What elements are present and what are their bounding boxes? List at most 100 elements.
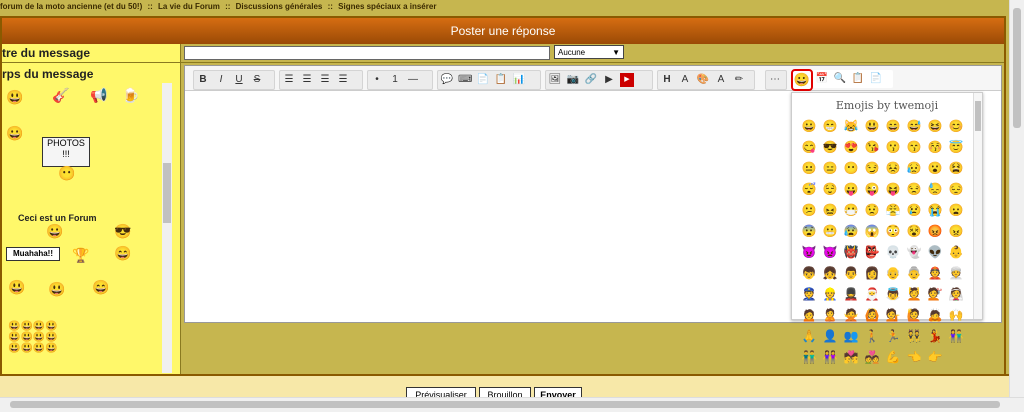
flash-icon[interactable]: ▶ xyxy=(602,73,616,87)
hide-icon[interactable]: 📋 xyxy=(494,73,508,87)
numbered-list-icon[interactable]: 1 xyxy=(388,73,402,87)
emoji-item[interactable]: 😹 xyxy=(842,117,860,135)
emoji-item[interactable]: 😘 xyxy=(863,138,881,156)
emoji-item[interactable]: 😢 xyxy=(905,201,923,219)
emoji-item[interactable]: 😜 xyxy=(863,180,881,198)
emoji-item[interactable]: 💪 xyxy=(884,348,902,366)
emoji-item[interactable]: 😙 xyxy=(905,138,923,156)
emoji-item[interactable]: 👷 xyxy=(821,285,839,303)
emoji-item[interactable]: 🙇 xyxy=(926,306,944,324)
emoji-item[interactable]: 😐 xyxy=(800,159,818,177)
smilies-scrollbar[interactable] xyxy=(162,83,172,373)
emoji-item[interactable]: 😴 xyxy=(800,180,818,198)
page-scrollbar-vertical[interactable] xyxy=(1009,0,1024,398)
emoji-item[interactable]: 🚶 xyxy=(863,327,881,345)
smiley[interactable]: 😶 xyxy=(58,165,75,182)
ceci-forum-text[interactable]: Ceci est un Forum xyxy=(18,213,97,223)
emoji-item[interactable]: 💏 xyxy=(842,348,860,366)
smiley[interactable]: 😃 xyxy=(6,89,23,106)
emoji-item[interactable]: 😇 xyxy=(947,138,965,156)
emoji-item[interactable]: 👧 xyxy=(821,264,839,282)
emoji-item[interactable]: 🙌 xyxy=(947,306,965,324)
smiley[interactable]: 😀 xyxy=(6,125,23,142)
emoji-item[interactable]: 😍 xyxy=(842,138,860,156)
underline-button[interactable]: U xyxy=(232,73,246,87)
emoji-item[interactable]: 😓 xyxy=(926,180,944,198)
emoji-item[interactable]: 💂 xyxy=(842,285,860,303)
emoji-item[interactable]: 😰 xyxy=(842,222,860,240)
icon-select[interactable]: Aucune ▼ xyxy=(554,45,624,59)
emoji-item[interactable]: 😖 xyxy=(821,201,839,219)
emoji-item[interactable]: 🎅 xyxy=(863,285,881,303)
emoji-item[interactable]: 😑 xyxy=(821,159,839,177)
emoji-item[interactable]: 😊 xyxy=(947,117,965,135)
emoji-item[interactable]: 😷 xyxy=(842,201,860,219)
bullet-list-icon[interactable]: • xyxy=(370,73,384,87)
emoji-item[interactable]: 🏃 xyxy=(884,327,902,345)
emoji-item[interactable]: 👯 xyxy=(905,327,923,345)
italic-button[interactable]: I xyxy=(214,73,228,87)
emoji-item[interactable]: 👵 xyxy=(905,264,923,282)
emoji-item[interactable]: 👿 xyxy=(821,243,839,261)
emoji-item[interactable]: 👈 xyxy=(905,348,923,366)
color-icon[interactable]: 🎨 xyxy=(696,73,710,87)
image-icon[interactable]: 🖼 xyxy=(548,73,562,87)
breadcrumb-signes[interactable]: Signes spéciaux a insérer xyxy=(338,2,436,11)
emoji-item[interactable]: 😕 xyxy=(800,201,818,219)
muahaha-sign[interactable]: Muahaha!! xyxy=(6,247,60,261)
emoji-item[interactable]: 💇 xyxy=(926,285,944,303)
smiley[interactable]: 😄 xyxy=(92,279,109,296)
emoji-item[interactable]: 💁 xyxy=(884,306,902,324)
smiley[interactable]: 😃 xyxy=(48,281,65,298)
emoji-item[interactable]: 😔 xyxy=(947,180,965,198)
smiley[interactable]: 😃 xyxy=(8,279,25,296)
emoji-item[interactable]: 😨 xyxy=(800,222,818,240)
emoji-item[interactable]: 😎 xyxy=(821,138,839,156)
smiley[interactable]: 😀 xyxy=(46,223,63,240)
breadcrumb-vie-forum[interactable]: La vie du Forum xyxy=(158,2,220,11)
emoji-item[interactable]: 🙅 xyxy=(842,306,860,324)
emoji-item[interactable]: 😝 xyxy=(884,180,902,198)
smiley[interactable]: 🍺 xyxy=(122,87,139,104)
smiley[interactable]: 😄 xyxy=(114,245,131,262)
emoji-button[interactable]: 😀 xyxy=(791,69,813,91)
emoji-item[interactable]: 😥 xyxy=(905,159,923,177)
emoji-item[interactable]: 💆 xyxy=(905,285,923,303)
emoji-item[interactable]: 👳 xyxy=(947,264,965,282)
emoji-item[interactable]: 😋 xyxy=(800,138,818,156)
emoji-item[interactable]: 😶 xyxy=(842,159,860,177)
emoji-item[interactable]: 😀 xyxy=(800,117,818,135)
emoji-item[interactable]: 💑 xyxy=(863,348,881,366)
strike-button[interactable]: S xyxy=(250,73,264,87)
emoji-item[interactable]: 👭 xyxy=(821,348,839,366)
align-right-icon[interactable]: ☰ xyxy=(318,73,332,87)
emoji-item[interactable]: 👲 xyxy=(926,264,944,282)
emoji-item[interactable]: 😣 xyxy=(884,159,902,177)
quote-icon[interactable]: 💬 xyxy=(440,73,454,87)
calendar-icon[interactable]: 📅 xyxy=(815,72,829,86)
emoji-item[interactable]: 👫 xyxy=(947,327,965,345)
emoji-item[interactable]: 😡 xyxy=(926,222,944,240)
emoji-item[interactable]: 🙋 xyxy=(905,306,923,324)
emoji-item[interactable]: 😌 xyxy=(821,180,839,198)
emoji-item[interactable]: 👺 xyxy=(863,243,881,261)
emoji-item[interactable]: 👨 xyxy=(842,264,860,282)
emoji-item[interactable]: 👥 xyxy=(842,327,860,345)
emoji-item[interactable]: 💃 xyxy=(926,327,944,345)
clear-format-icon[interactable]: ✏ xyxy=(732,73,746,87)
photos-sign[interactable]: PHOTOS!!! xyxy=(42,137,90,167)
more-icon[interactable]: ⋯ xyxy=(768,73,782,87)
emoji-item[interactable]: 👦 xyxy=(800,264,818,282)
subject-input[interactable] xyxy=(184,46,550,60)
message-editor[interactable]: B I U S ☰ ☰ ☰ ☰ • 1 — 💬 ⌨ 📄 📋 📊 🖼 📷 🔗 ▶ … xyxy=(184,65,1002,364)
emoji-item[interactable]: 👼 xyxy=(884,285,902,303)
hr-icon[interactable]: — xyxy=(406,73,420,87)
code-icon[interactable]: ⌨ xyxy=(458,73,472,87)
emoji-item[interactable]: 🙏 xyxy=(800,327,818,345)
emoji-item[interactable]: 😮 xyxy=(926,159,944,177)
emoji-item[interactable]: 🙍 xyxy=(800,306,818,324)
emoji-item[interactable]: 👮 xyxy=(800,285,818,303)
emoji-item[interactable]: 👬 xyxy=(800,348,818,366)
emoji-item[interactable]: 👴 xyxy=(884,264,902,282)
preview-icon[interactable]: 🔍 xyxy=(833,72,847,86)
